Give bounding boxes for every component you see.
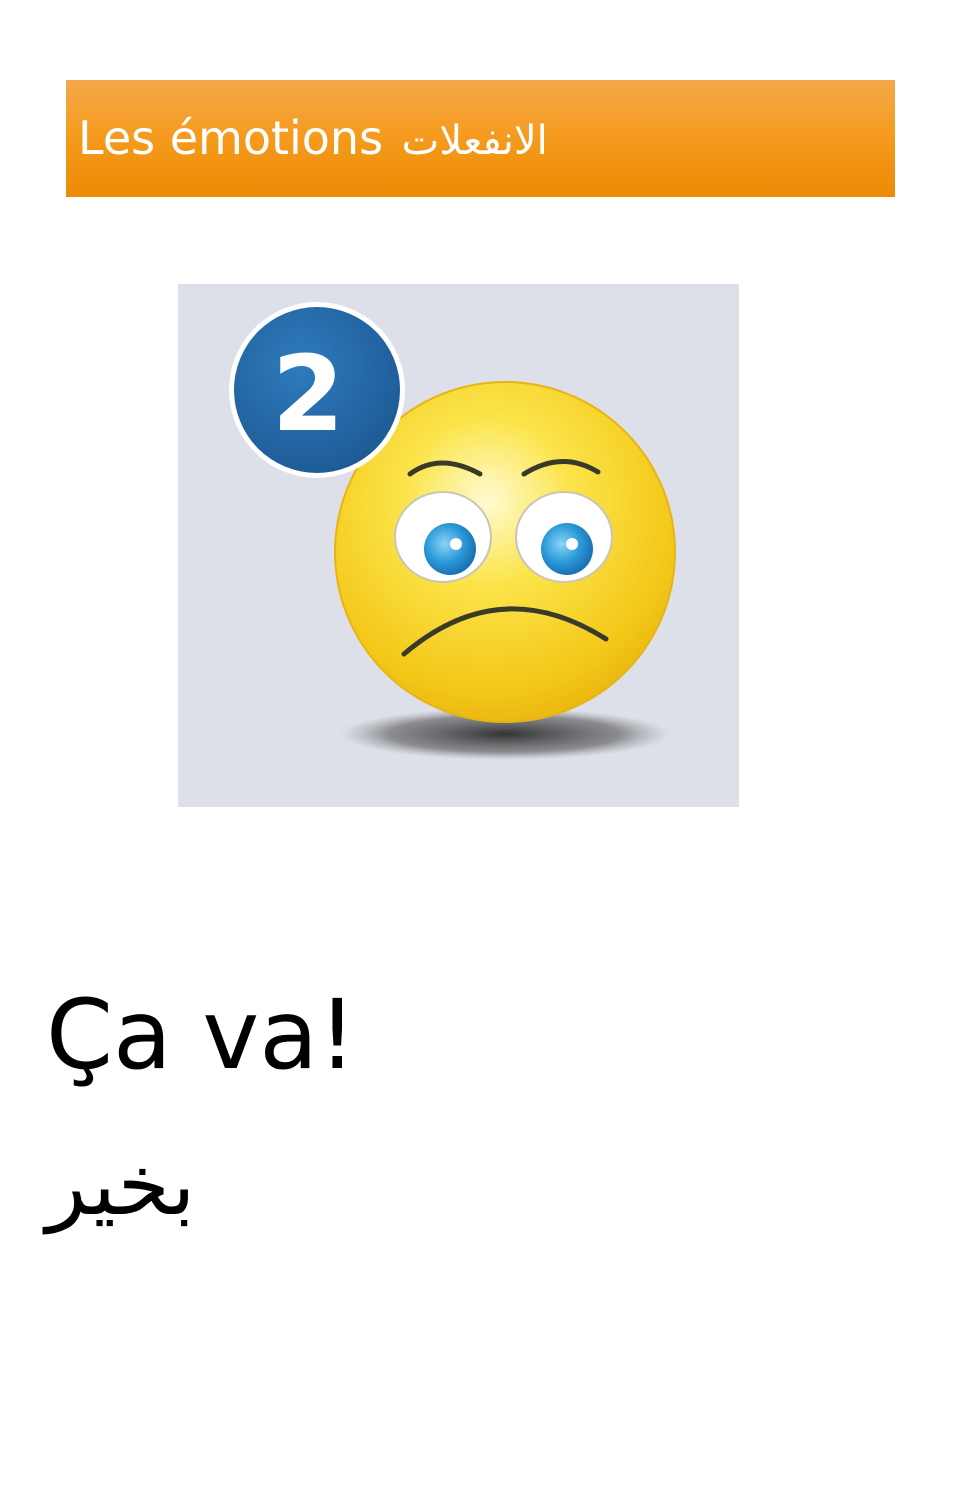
caption-french: Ça va! bbox=[46, 979, 357, 1091]
right-iris bbox=[541, 523, 593, 575]
title-arabic: الانفعلات bbox=[401, 118, 548, 164]
badge-number: 2 bbox=[272, 333, 344, 455]
right-eye-glint bbox=[566, 538, 578, 550]
worried-face-icon: 2 bbox=[229, 302, 676, 760]
emotion-picture: 2 bbox=[178, 284, 739, 807]
page-title: Les émotions الانفعلات bbox=[78, 110, 548, 169]
left-iris bbox=[424, 523, 476, 575]
title-french: Les émotions bbox=[78, 111, 384, 165]
caption-arabic: بخير bbox=[46, 1136, 196, 1234]
header-banner: Les émotions الانفعلات bbox=[66, 80, 895, 197]
left-eye-glint bbox=[450, 538, 462, 550]
